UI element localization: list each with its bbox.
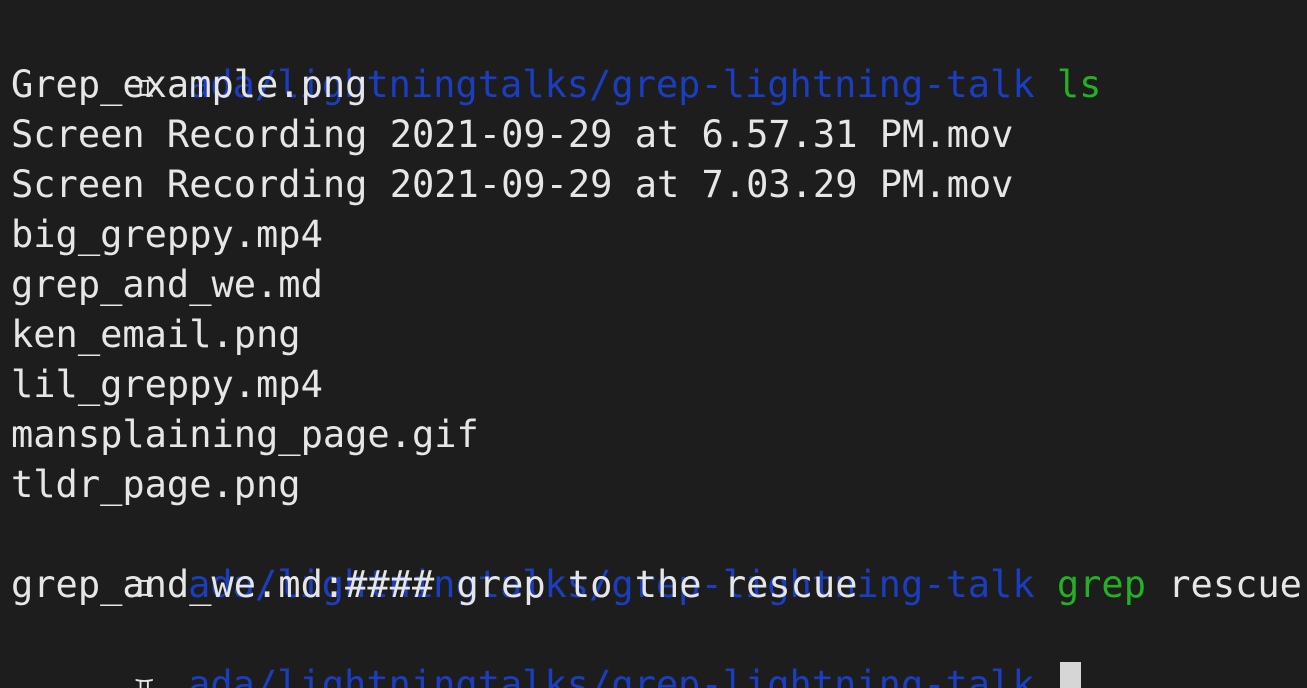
ls-output-line: lil_greppy.mp4 — [11, 363, 323, 406]
ls-output-line: ken_email.png — [11, 313, 301, 356]
prompt-line-3: ♊ ada/lightningtalks/grep-lightning-talk — [11, 610, 1307, 688]
terminal-window[interactable]: ♊ ada/lightningtalks/grep-lightning-talk … — [0, 0, 1307, 688]
ls-output-line: Screen Recording 2021-09-29 at 6.57.31 P… — [11, 113, 1014, 156]
ls-output-line: mansplaining_page.gif — [11, 413, 479, 456]
terminal-cursor[interactable] — [1059, 661, 1081, 688]
ls-output-line: big_greppy.mp4 — [11, 213, 323, 256]
prompt-path: ada/lightningtalks/grep-lightning-talk — [188, 663, 1035, 688]
gemini-prompt-icon: ♊ — [135, 670, 154, 688]
command-ls: ls — [1056, 63, 1102, 106]
prompt-line-2: ♊ ada/lightningtalks/grep-lightning-talk … — [11, 510, 1307, 606]
prompt-line-1: ♊ ada/lightningtalks/grep-lightning-talk … — [11, 10, 1307, 106]
ls-output-line: tldr_page.png — [11, 463, 301, 506]
grep-pattern-argument: rescue — [1168, 563, 1302, 606]
ls-output-line: grep_and_we.md — [11, 263, 323, 306]
command-grep: grep — [1056, 563, 1146, 606]
ls-output-line: Screen Recording 2021-09-29 at 7.03.29 P… — [11, 163, 1014, 206]
